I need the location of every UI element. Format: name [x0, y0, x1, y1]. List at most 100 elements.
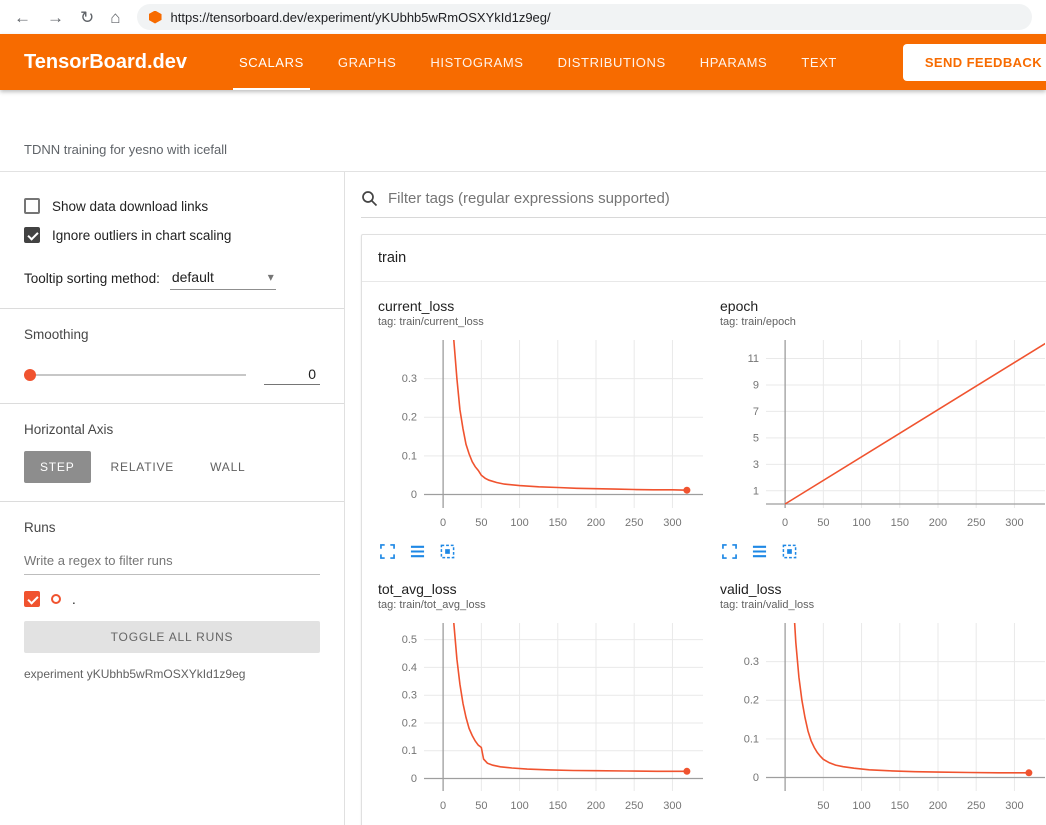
- line-chart-tot-avg-loss[interactable]: 05010015020025030000.10.20.30.40.5: [378, 619, 710, 821]
- forward-icon[interactable]: →: [47, 9, 64, 26]
- svg-text:250: 250: [625, 517, 643, 529]
- home-icon[interactable]: ⌂: [110, 9, 120, 26]
- ignore-outliers-checkbox[interactable]: [24, 227, 40, 243]
- tooltip-sorting-label: Tooltip sorting method:: [24, 271, 160, 286]
- fit-domain-icon[interactable]: [782, 544, 797, 559]
- axis-wall-button[interactable]: WALL: [194, 451, 261, 483]
- svg-text:250: 250: [625, 800, 643, 812]
- svg-text:0.3: 0.3: [402, 690, 417, 702]
- chart-card-valid-loss: valid_loss tag: train/valid_loss 5010015…: [720, 581, 1046, 825]
- svg-text:0.1: 0.1: [402, 745, 417, 757]
- svg-text:0: 0: [440, 517, 446, 529]
- chart-title: current_loss: [378, 298, 710, 314]
- run-row: .: [24, 591, 320, 607]
- toggle-y-axis-icon[interactable]: [410, 544, 425, 559]
- svg-text:150: 150: [891, 517, 909, 529]
- svg-text:0.3: 0.3: [744, 656, 759, 668]
- toggle-all-runs-button[interactable]: TOGGLE ALL RUNS: [24, 621, 320, 653]
- svg-text:0.2: 0.2: [402, 412, 417, 424]
- nav-tabs: SCALARS GRAPHS HISTOGRAMS DISTRIBUTIONS …: [239, 34, 837, 90]
- svg-text:300: 300: [663, 800, 681, 812]
- svg-text:0.3: 0.3: [402, 373, 417, 385]
- svg-text:0: 0: [753, 772, 759, 784]
- svg-text:50: 50: [475, 800, 487, 812]
- tab-graphs[interactable]: GRAPHS: [338, 34, 397, 90]
- svg-text:150: 150: [549, 800, 567, 812]
- svg-text:200: 200: [929, 800, 947, 812]
- divider: [0, 308, 344, 309]
- tooltip-sorting-select[interactable]: default ▾: [170, 267, 276, 290]
- svg-text:0: 0: [782, 517, 788, 529]
- page: ← → ↻ ⌂ https://tensorboard.dev/experime…: [0, 0, 1046, 825]
- line-chart-valid-loss[interactable]: 5010015020025030000.10.20.3: [720, 619, 1046, 821]
- content: Show data download links Ignore outliers…: [0, 172, 1046, 825]
- tag-filter-row: [361, 190, 1046, 218]
- svg-text:0.2: 0.2: [744, 695, 759, 707]
- toggle-y-axis-icon[interactable]: [752, 544, 767, 559]
- section-header-train[interactable]: train: [362, 235, 1046, 282]
- runs-label: Runs: [24, 520, 320, 535]
- app-title[interactable]: TensorBoard.dev: [24, 51, 187, 74]
- reload-icon[interactable]: ↻: [80, 9, 94, 26]
- tab-hparams[interactable]: HPARAMS: [700, 34, 768, 90]
- charts-grid: current_loss tag: train/current_loss 050…: [362, 282, 1046, 825]
- slider-thumb[interactable]: [24, 369, 36, 381]
- smoothing-value-input[interactable]: [264, 364, 320, 385]
- svg-text:3: 3: [753, 459, 759, 471]
- runs-filter-input[interactable]: [24, 547, 320, 575]
- line-chart-current-loss[interactable]: 05010015020025030000.10.20.3: [378, 336, 710, 538]
- horizontal-axis-label: Horizontal Axis: [24, 422, 320, 437]
- svg-text:0: 0: [411, 489, 417, 501]
- chart-tag: tag: train/epoch: [720, 316, 1046, 328]
- expand-chart-icon[interactable]: [380, 544, 395, 559]
- axis-step-button[interactable]: STEP: [24, 451, 91, 483]
- address-bar[interactable]: https://tensorboard.dev/experiment/yKUbh…: [137, 4, 1032, 30]
- svg-text:50: 50: [817, 800, 829, 812]
- smoothing-slider[interactable]: [24, 374, 246, 376]
- chart-card-tot-avg-loss: tot_avg_loss tag: train/tot_avg_loss 050…: [378, 581, 710, 825]
- line-chart-epoch[interactable]: 0501001502002503001357911: [720, 336, 1046, 538]
- svg-text:150: 150: [549, 517, 567, 529]
- svg-text:250: 250: [967, 800, 985, 812]
- tag-filter-input[interactable]: [388, 190, 1046, 207]
- back-icon[interactable]: ←: [14, 9, 31, 26]
- svg-text:150: 150: [891, 800, 909, 812]
- divider: [0, 403, 344, 404]
- show-download-links-checkbox[interactable]: [24, 198, 40, 214]
- chart-tag: tag: train/valid_loss: [720, 599, 1046, 611]
- fit-domain-icon[interactable]: [440, 544, 455, 559]
- run-name: .: [72, 592, 76, 607]
- ignore-outliers-label: Ignore outliers in chart scaling: [52, 228, 231, 243]
- tab-histograms[interactable]: HISTOGRAMS: [430, 34, 523, 90]
- chart-tag: tag: train/current_loss: [378, 316, 710, 328]
- svg-text:0.5: 0.5: [402, 634, 417, 646]
- search-icon: [361, 190, 378, 207]
- tensorboard-favicon-icon: [149, 11, 162, 24]
- tab-text[interactable]: TEXT: [801, 34, 837, 90]
- browser-toolbar: ← → ↻ ⌂ https://tensorboard.dev/experime…: [0, 0, 1046, 34]
- svg-text:1: 1: [753, 485, 759, 497]
- expand-chart-icon[interactable]: [722, 544, 737, 559]
- svg-text:9: 9: [753, 379, 759, 391]
- svg-text:300: 300: [1005, 517, 1023, 529]
- svg-text:0: 0: [411, 773, 417, 785]
- svg-text:11: 11: [748, 353, 759, 365]
- svg-text:0.2: 0.2: [402, 717, 417, 729]
- url-text: https://tensorboard.dev/experiment/yKUbh…: [171, 10, 551, 25]
- svg-text:7: 7: [753, 406, 759, 418]
- svg-text:5: 5: [753, 432, 759, 444]
- tab-distributions[interactable]: DISTRIBUTIONS: [558, 34, 666, 90]
- experiment-title: TDNN training for yesno with icefall: [24, 142, 227, 157]
- svg-text:300: 300: [663, 517, 681, 529]
- axis-relative-button[interactable]: RELATIVE: [95, 451, 191, 483]
- svg-text:250: 250: [967, 517, 985, 529]
- run-checkbox[interactable]: [24, 591, 40, 607]
- svg-text:100: 100: [852, 517, 870, 529]
- send-feedback-button[interactable]: SEND FEEDBACK: [903, 44, 1046, 81]
- chevron-down-icon: ▾: [268, 270, 274, 284]
- svg-text:0.4: 0.4: [402, 662, 417, 674]
- tab-scalars[interactable]: SCALARS: [239, 34, 304, 90]
- svg-text:0: 0: [440, 800, 446, 812]
- experiment-caption: experiment yKUbhb5wRmOSXYkId1z9eg: [24, 667, 320, 681]
- show-download-links-label: Show data download links: [52, 199, 208, 214]
